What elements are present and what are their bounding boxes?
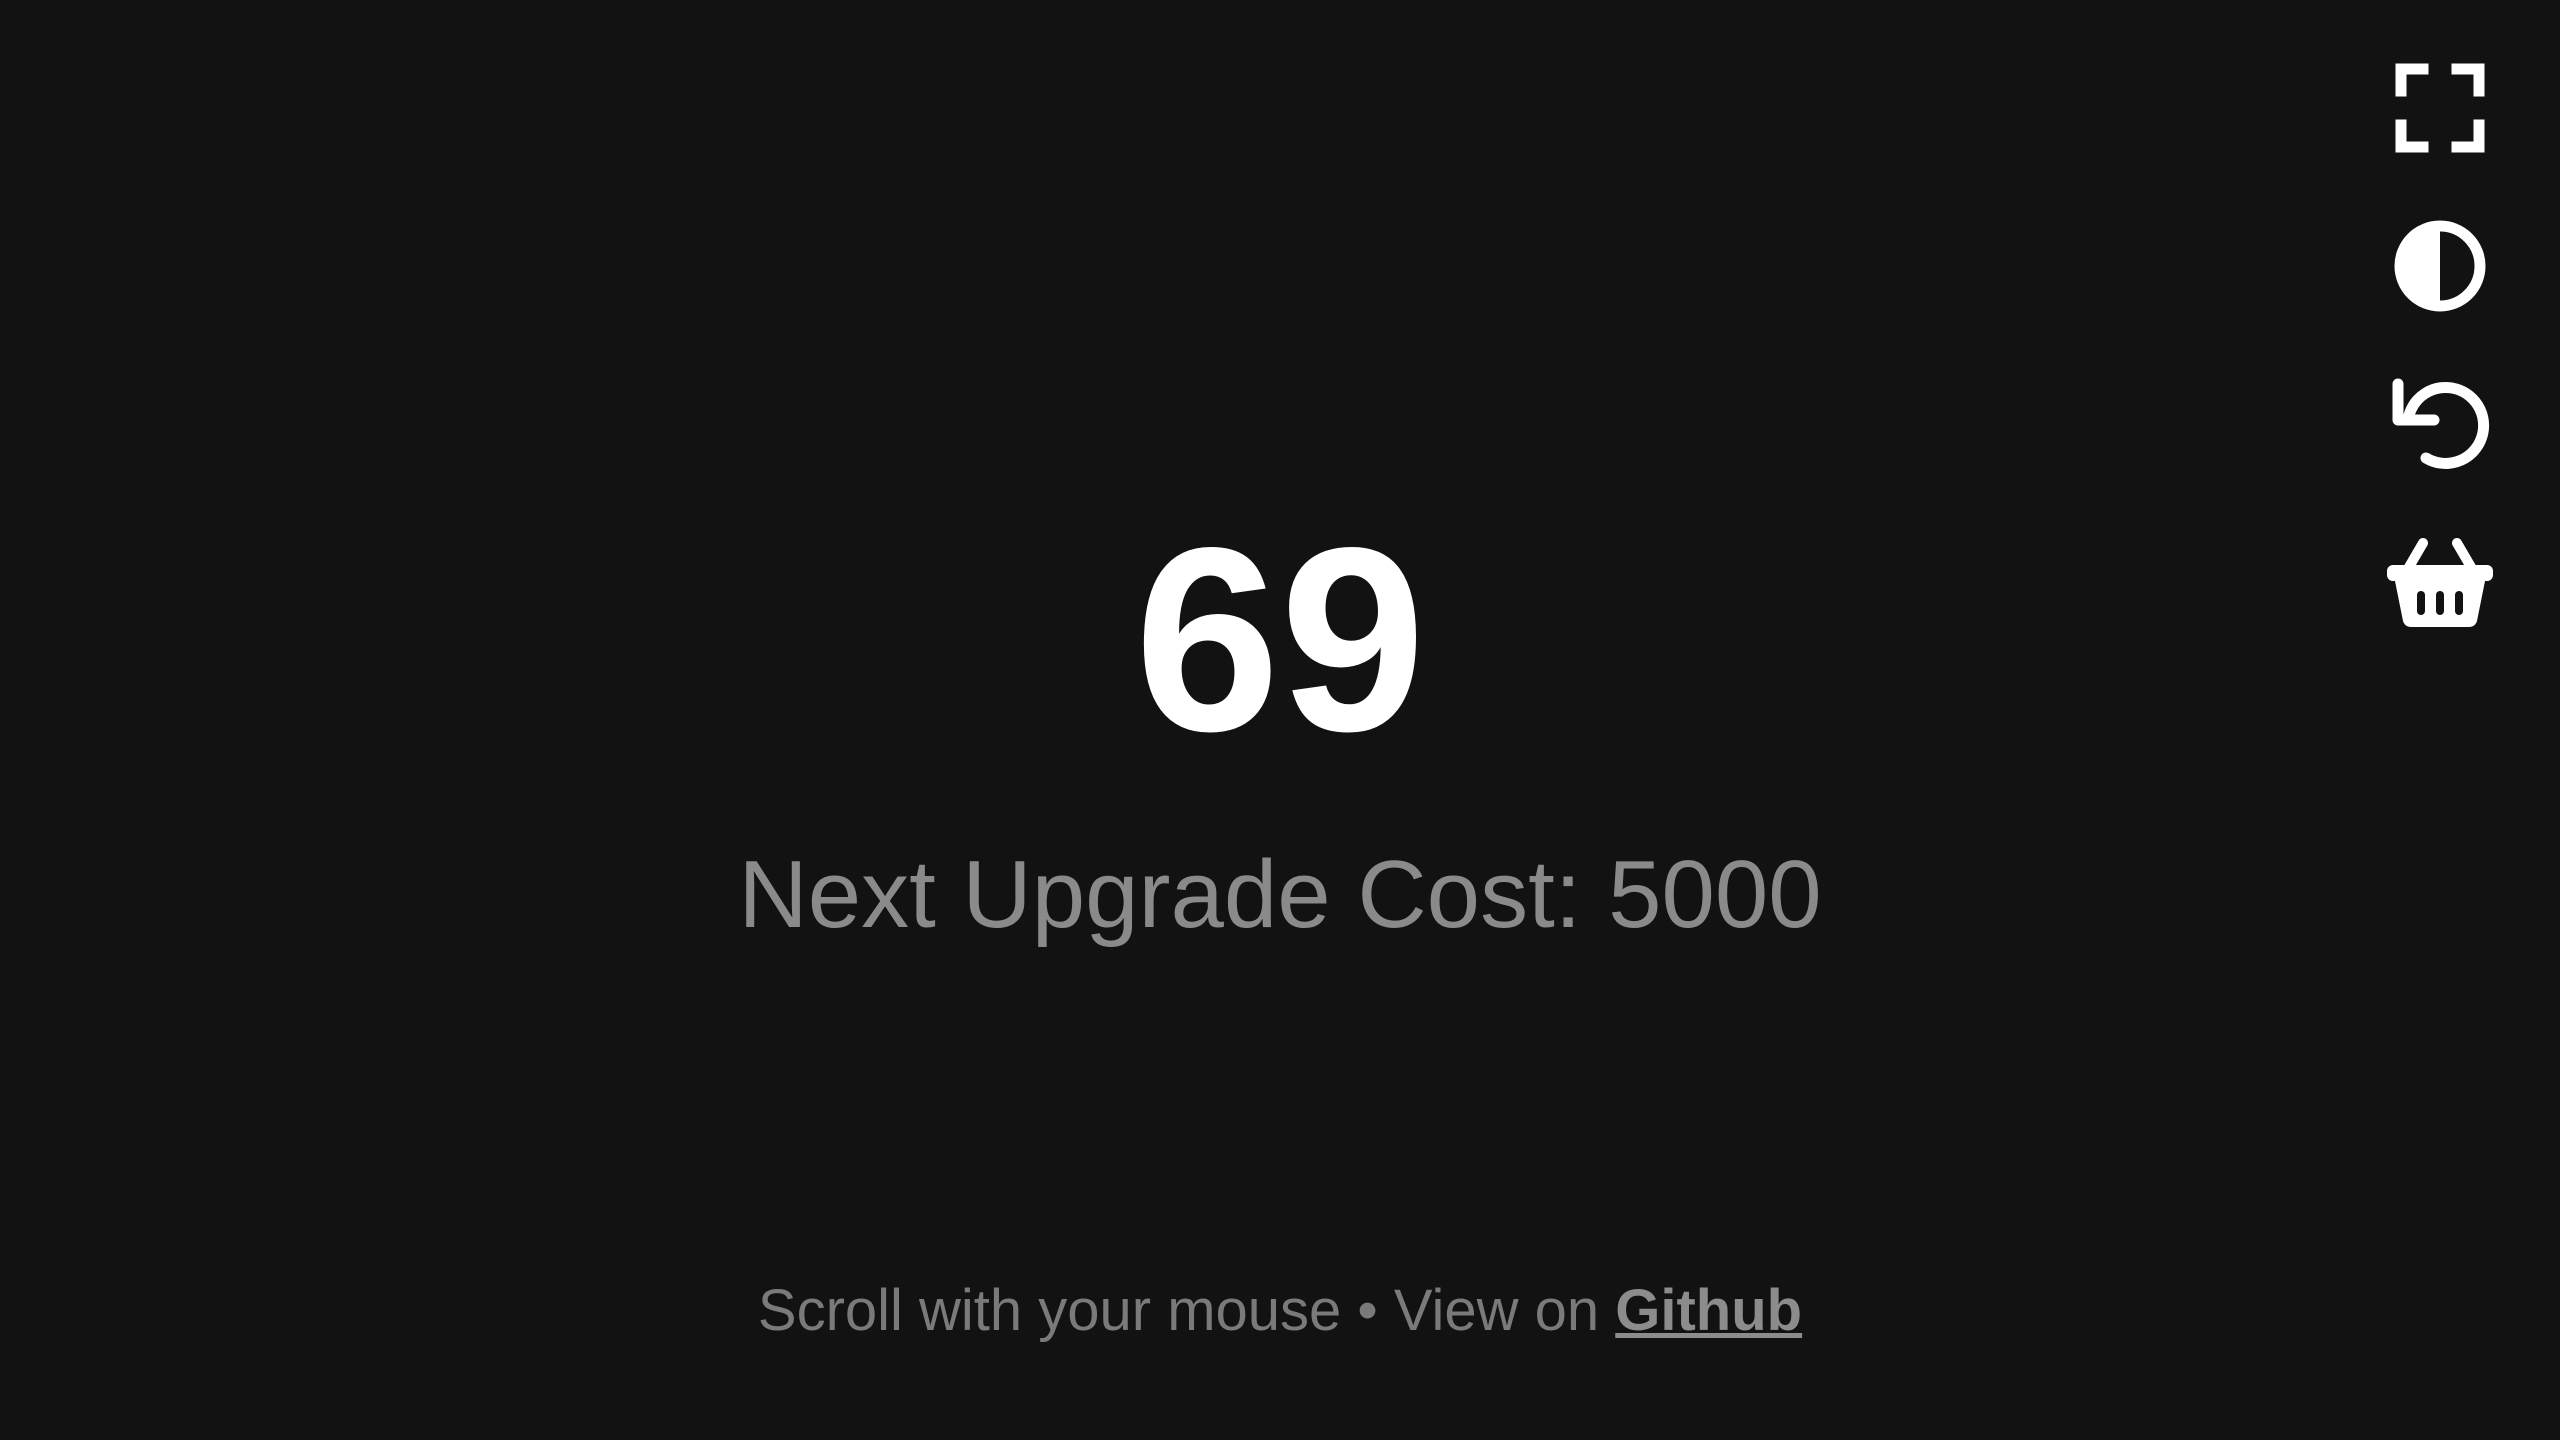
- footer: Scroll with your mouse • View on Github: [0, 1276, 2560, 1346]
- fullscreen-icon: [2395, 63, 2485, 153]
- github-link[interactable]: Github: [1615, 1278, 1802, 1343]
- reset-icon: [2392, 378, 2490, 469]
- counter-value[interactable]: 69: [0, 490, 2560, 790]
- page: 69 Next Upgrade Cost: 5000 Scroll with y…: [0, 0, 2560, 1440]
- contrast-icon: [2394, 220, 2486, 312]
- upgrade-cost-label[interactable]: Next Upgrade Cost: 5000: [0, 840, 2560, 950]
- reset-button[interactable]: [2380, 364, 2500, 484]
- contrast-toggle-button[interactable]: [2380, 206, 2500, 326]
- fullscreen-button[interactable]: [2380, 48, 2500, 168]
- footer-text: Scroll with your mouse • View on: [757, 1278, 1616, 1343]
